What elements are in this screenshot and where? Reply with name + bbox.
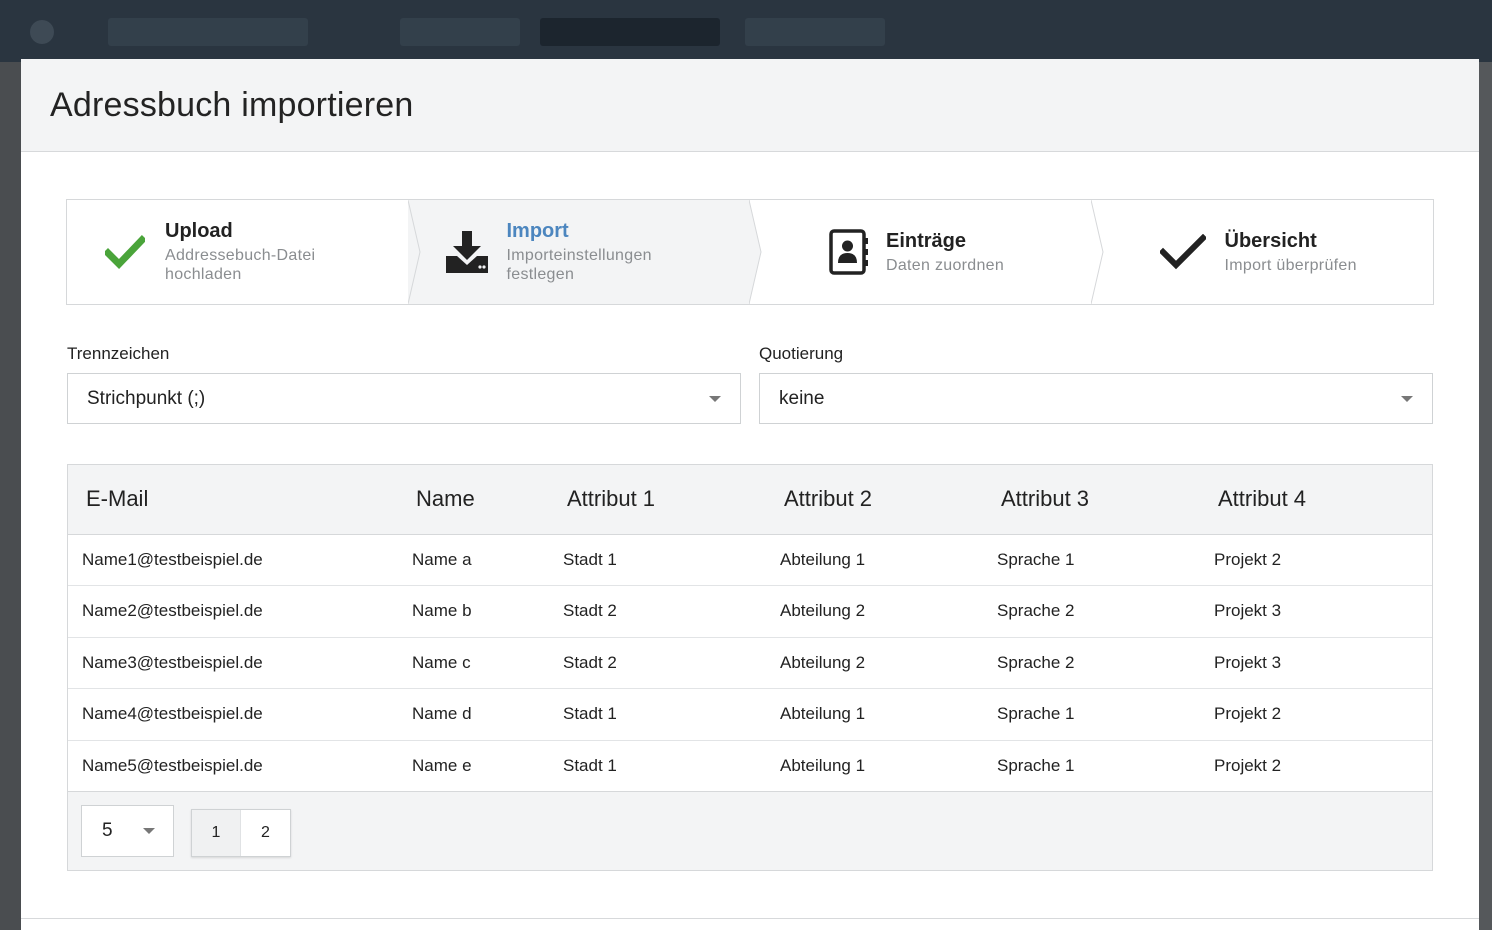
- page-size-value: 5: [102, 820, 113, 841]
- cell-attribute-4: Projekt 2: [1214, 704, 1282, 724]
- separator-value: Strichpunkt (;): [87, 387, 206, 409]
- step-overview-subtitle: Import überprüfen: [1224, 256, 1357, 274]
- modal-footer-divider: [21, 918, 1479, 919]
- quoting-value: keine: [779, 387, 825, 409]
- step-import[interactable]: Import Importeinstellungen festlegen: [408, 200, 762, 304]
- column-header-attribute-1: Attribut 1: [567, 486, 656, 512]
- cell-attribute-4: Projekt 2: [1214, 755, 1282, 775]
- background-logo: [30, 20, 54, 44]
- chevron-down-icon: [143, 828, 155, 834]
- import-stepper: Upload Addressebuch-Datei hochladen Impo…: [66, 199, 1434, 305]
- cell-attribute-3: Sprache 1: [997, 704, 1075, 724]
- background-sidebar: [0, 62, 21, 930]
- cell-name: Name c: [412, 652, 471, 672]
- separator-label: Trennzeichen: [67, 344, 170, 363]
- column-header-attribute-2: Attribut 2: [784, 486, 873, 512]
- cell-attribute-2: Abteilung 2: [780, 601, 866, 621]
- step-upload-subtitle-1: Addressebuch-Datei: [165, 247, 316, 264]
- import-modal: Adressbuch importieren Upload Addressebu…: [21, 59, 1479, 930]
- cell-attribute-1: Stadt 1: [563, 549, 617, 569]
- table-row: Name2@testbeispiel.de Name b Stadt 2 Abt…: [68, 586, 1432, 637]
- cell-attribute-4: Projekt 3: [1214, 652, 1282, 672]
- quoting-select[interactable]: keine: [759, 373, 1433, 424]
- background-breadcrumb-4: [745, 18, 885, 46]
- step-import-subtitle-1: Importeinstellungen: [506, 247, 652, 264]
- table-row: Name1@testbeispiel.de Name a Stadt 1 Abt…: [68, 534, 1432, 586]
- background-breadcrumb-2: [400, 18, 520, 46]
- column-header-name: Name: [416, 486, 475, 512]
- preview-table-container: E-Mail Name Attribut 1 Attribut 2 Attrib…: [67, 464, 1433, 871]
- quoting-label: Quotierung: [759, 344, 844, 363]
- step-entries-subtitle: Daten zuordnen: [886, 256, 1005, 274]
- cell-attribute-3: Sprache 2: [997, 652, 1075, 672]
- table-header-row: E-Mail Name Attribut 1 Attribut 2 Attrib…: [68, 465, 1432, 534]
- cell-attribute-1: Stadt 1: [563, 704, 617, 724]
- page-size-select[interactable]: 5: [81, 805, 174, 857]
- checkmark-icon: [1158, 222, 1208, 282]
- cell-attribute-1: Stadt 1: [563, 755, 617, 775]
- cell-attribute-4: Projekt 2: [1214, 549, 1282, 569]
- cell-name: Name b: [412, 601, 472, 621]
- cell-email: Name4@testbeispiel.de: [82, 704, 263, 724]
- cell-email: Name1@testbeispiel.de: [82, 549, 263, 569]
- background-breadcrumb-1: [108, 18, 308, 46]
- step-upload-subtitle-2: hochladen: [165, 266, 242, 283]
- cell-attribute-3: Sprache 2: [997, 601, 1075, 621]
- background-topbar: [0, 0, 1492, 62]
- modal-title: Adressbuch importieren: [50, 86, 414, 124]
- cell-attribute-2: Abteilung 1: [780, 549, 866, 569]
- step-separator-2: [749, 200, 762, 304]
- chevron-down-icon: [709, 396, 721, 402]
- page-button-1[interactable]: 1: [192, 810, 241, 856]
- download-tray-icon: [441, 222, 493, 282]
- contact-book-icon: [826, 222, 872, 282]
- check-icon: [101, 222, 149, 282]
- cell-name: Name e: [412, 755, 472, 775]
- column-header-email: E-Mail: [86, 486, 149, 512]
- table-pagination: 5 1 2: [68, 792, 1432, 870]
- cell-attribute-4: Projekt 3: [1214, 601, 1282, 621]
- step-entries-title: Einträge: [886, 229, 967, 252]
- separator-select[interactable]: Strichpunkt (;): [67, 373, 741, 424]
- cell-attribute-2: Abteilung 2: [780, 652, 866, 672]
- cell-attribute-3: Sprache 1: [997, 549, 1075, 569]
- cell-name: Name d: [412, 704, 472, 724]
- cell-attribute-1: Stadt 2: [563, 601, 617, 621]
- cell-email: Name2@testbeispiel.de: [82, 601, 263, 621]
- cell-attribute-2: Abteilung 1: [780, 755, 866, 775]
- column-header-attribute-4: Attribut 4: [1218, 486, 1307, 512]
- step-separator-1: [407, 200, 421, 304]
- chevron-down-icon: [1401, 396, 1413, 402]
- cell-name: Name a: [412, 549, 472, 569]
- cell-attribute-3: Sprache 1: [997, 755, 1075, 775]
- table-row: Name3@testbeispiel.de Name c Stadt 2 Abt…: [68, 637, 1432, 689]
- page-buttons: 1 2: [191, 809, 291, 857]
- step-import-title: Import: [506, 220, 569, 242]
- cell-attribute-2: Abteilung 1: [780, 704, 866, 724]
- preview-table: E-Mail Name Attribut 1 Attribut 2 Attrib…: [68, 465, 1432, 792]
- page-button-2[interactable]: 2: [241, 810, 290, 856]
- column-header-attribute-3: Attribut 3: [1001, 486, 1090, 512]
- background-breadcrumb-3: [540, 18, 720, 46]
- table-row: Name5@testbeispiel.de Name e Stadt 1 Abt…: [68, 740, 1432, 792]
- step-upload[interactable]: Upload Addressebuch-Datei hochladen: [67, 200, 421, 304]
- background-right-panel: [1479, 62, 1492, 930]
- cell-email: Name3@testbeispiel.de: [82, 652, 263, 672]
- modal-header: Adressbuch importieren: [21, 59, 1479, 152]
- step-separator-3: [1090, 200, 1104, 304]
- step-import-subtitle-2: festlegen: [506, 266, 575, 283]
- step-overview[interactable]: Übersicht Import überprüfen: [1092, 200, 1434, 304]
- step-entries[interactable]: Einträge Daten zuordnen: [750, 200, 1104, 304]
- table-row: Name4@testbeispiel.de Name d Stadt 1 Abt…: [68, 689, 1432, 740]
- step-overview-title: Übersicht: [1224, 229, 1317, 252]
- cell-attribute-1: Stadt 2: [563, 652, 617, 672]
- step-upload-title: Upload: [165, 220, 233, 242]
- cell-email: Name5@testbeispiel.de: [82, 755, 263, 775]
